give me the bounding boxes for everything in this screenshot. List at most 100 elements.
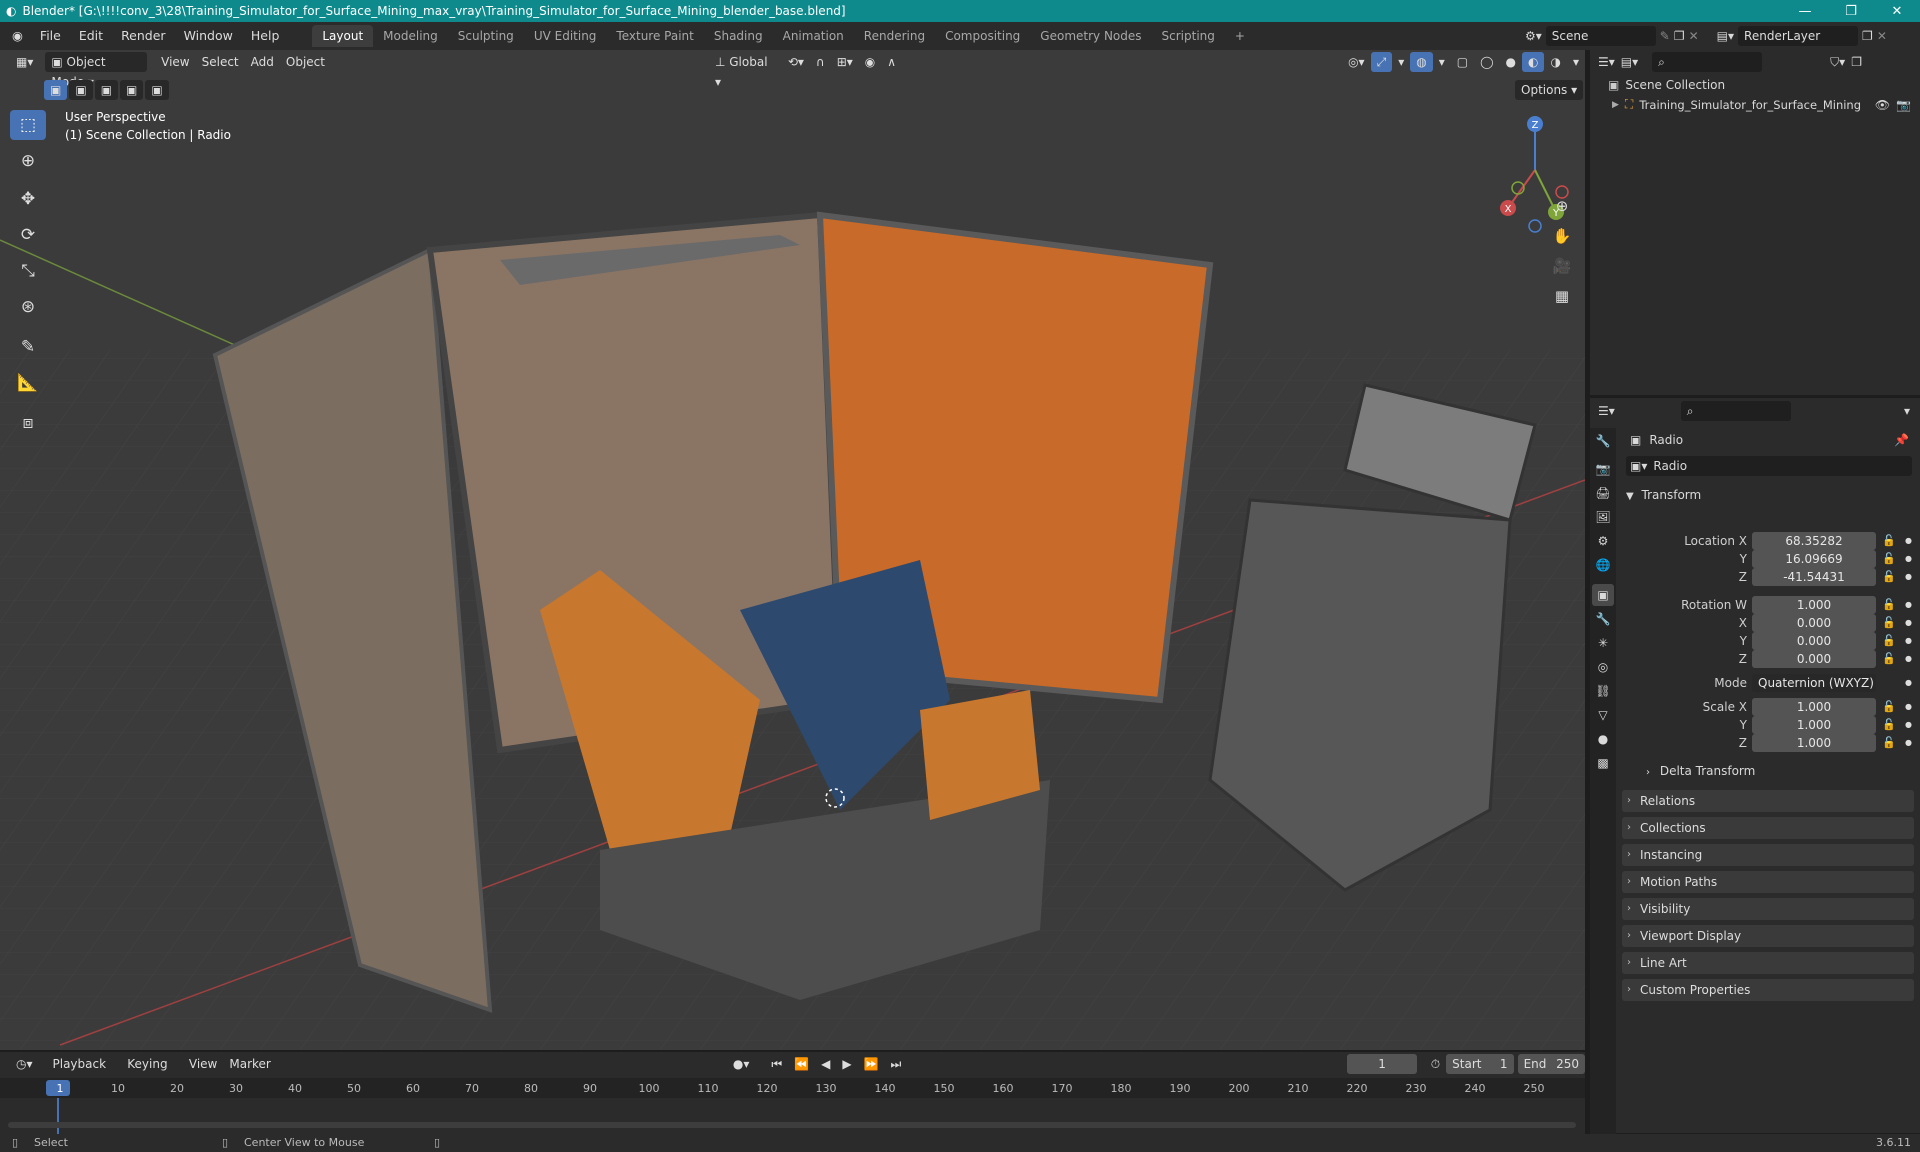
keyframe-dot-icon[interactable]: ● bbox=[1905, 698, 1912, 716]
stopwatch-icon[interactable]: ⏱ bbox=[1425, 1054, 1446, 1074]
tab-texture-paint[interactable]: Texture Paint bbox=[606, 25, 703, 47]
new-scene-icon[interactable]: ❐ bbox=[1674, 29, 1685, 43]
orientation-dropdown[interactable]: ⊥ Global ▾ bbox=[709, 52, 782, 89]
object-tab-icon[interactable]: ▣ bbox=[1592, 584, 1614, 606]
location-x-field[interactable]: 68.35282 bbox=[1752, 532, 1876, 550]
instancing-panel[interactable]: › Instancing bbox=[1622, 844, 1914, 866]
outliner-editor-type-icon[interactable]: ☰▾ bbox=[1598, 55, 1615, 69]
rotation-w-field[interactable]: 1.000 bbox=[1752, 596, 1876, 614]
menu-edit[interactable]: Edit bbox=[70, 22, 112, 50]
scene-selector[interactable]: Scene bbox=[1545, 26, 1656, 46]
keyframe-dot-icon[interactable]: ● bbox=[1905, 596, 1912, 614]
tab-layout[interactable]: Layout bbox=[312, 25, 374, 47]
rendered-shading-icon[interactable]: ◑ bbox=[1544, 52, 1566, 72]
measure-tool[interactable]: 📐 bbox=[10, 368, 46, 398]
lock-icon[interactable]: 🔓 bbox=[1882, 632, 1896, 650]
navigation-gizmo[interactable]: Z X Y bbox=[1490, 110, 1580, 240]
tab-rendering[interactable]: Rendering bbox=[854, 25, 935, 47]
cursor-tool[interactable]: ⊕ bbox=[10, 146, 46, 176]
view-layer-tab-icon[interactable]: 🖼 bbox=[1592, 506, 1614, 528]
marker-menu[interactable]: Marker bbox=[223, 1054, 276, 1074]
filter-icon[interactable]: ⛉▾ bbox=[1830, 55, 1845, 70]
keyframe-dot-icon[interactable]: ● bbox=[1905, 614, 1912, 632]
particles-tab-icon[interactable]: ✳ bbox=[1592, 632, 1614, 654]
visibility-panel[interactable]: › Visibility bbox=[1622, 898, 1914, 920]
scene-tab-icon[interactable]: ⚙ bbox=[1592, 530, 1614, 552]
transform-tool[interactable]: ⊛ bbox=[10, 292, 46, 322]
lock-icon[interactable]: 🔓 bbox=[1882, 568, 1896, 586]
add-workspace-button[interactable]: + bbox=[1225, 25, 1255, 47]
viewport-menu-add[interactable]: Add bbox=[245, 52, 280, 72]
keyframe-dot-icon[interactable]: ● bbox=[1905, 532, 1912, 550]
viewport-menu-object[interactable]: Object bbox=[280, 52, 331, 72]
rotate-tool[interactable]: ⟳ bbox=[10, 220, 46, 250]
select-extend-icon[interactable]: ▣ bbox=[69, 80, 93, 100]
tool-tab-icon[interactable]: 🔧 bbox=[1592, 430, 1614, 452]
menu-render[interactable]: Render bbox=[112, 22, 175, 50]
timeline-editor-type-icon[interactable]: ◷▾ bbox=[10, 1054, 39, 1074]
line-art-panel[interactable]: › Line Art bbox=[1622, 952, 1914, 974]
tab-geometry-nodes[interactable]: Geometry Nodes bbox=[1030, 25, 1151, 47]
rotation-z-field[interactable]: 0.000 bbox=[1752, 650, 1876, 668]
pivot-point-icon[interactable]: ⟲▾ bbox=[782, 52, 810, 72]
render-camera-icon[interactable]: 📷 bbox=[1896, 98, 1911, 112]
select-invert-icon[interactable]: ▣ bbox=[120, 80, 144, 100]
render-tab-icon[interactable]: 📷 bbox=[1592, 458, 1614, 480]
record-icon[interactable]: ●▾ bbox=[727, 1054, 756, 1074]
lock-icon[interactable]: 🔓 bbox=[1882, 698, 1896, 716]
start-frame-field[interactable]: Start 1 bbox=[1446, 1054, 1514, 1074]
viewport-menu-view[interactable]: View bbox=[155, 52, 195, 72]
new-view-layer-icon[interactable]: ❐ bbox=[1862, 29, 1873, 43]
lock-icon[interactable]: 🔓 bbox=[1882, 550, 1896, 568]
wireframe-shading-icon[interactable]: ◯ bbox=[1474, 52, 1499, 72]
zoom-view-icon[interactable]: ⊕ bbox=[1548, 192, 1576, 220]
timeline-scrollbar[interactable] bbox=[8, 1122, 1576, 1128]
transform-panel-header[interactable]: ▼ Transform bbox=[1626, 484, 1914, 506]
viewport-menu-select[interactable]: Select bbox=[196, 52, 245, 72]
material-tab-icon[interactable]: ● bbox=[1592, 728, 1614, 750]
location-z-field[interactable]: -41.54431 bbox=[1752, 568, 1876, 586]
keyframe-dot-icon[interactable]: ● bbox=[1905, 734, 1912, 752]
pin-icon[interactable]: ✎ bbox=[1660, 29, 1670, 43]
jump-start-icon[interactable]: ⏮ bbox=[765, 1054, 788, 1074]
options-dropdown[interactable]: Options ▾ bbox=[1515, 80, 1584, 100]
pin-icon[interactable]: 📌 bbox=[1894, 433, 1909, 447]
display-mode-icon[interactable]: ▤▾ bbox=[1621, 55, 1638, 69]
material-shading-icon[interactable]: ◐ bbox=[1522, 52, 1545, 72]
motion-paths-panel[interactable]: › Motion Paths bbox=[1622, 871, 1914, 893]
rotation-x-field[interactable]: 0.000 bbox=[1752, 614, 1876, 632]
rotation-y-field[interactable]: 0.000 bbox=[1752, 632, 1876, 650]
eye-icon[interactable]: 👁 bbox=[1875, 98, 1890, 112]
proportional-edit-icon[interactable]: ◉ bbox=[859, 52, 881, 72]
tab-scripting[interactable]: Scripting bbox=[1152, 25, 1225, 47]
playback-menu[interactable]: Playback ▾ bbox=[47, 1054, 122, 1091]
pan-view-icon[interactable]: ✋ bbox=[1548, 222, 1576, 250]
maximize-button[interactable]: ❐ bbox=[1828, 0, 1874, 22]
play-icon[interactable]: ▶ bbox=[836, 1054, 857, 1074]
properties-editor-type-icon[interactable]: ☰▾ bbox=[1598, 404, 1615, 418]
physics-tab-icon[interactable]: ◎ bbox=[1592, 656, 1614, 678]
menu-help[interactable]: Help bbox=[242, 22, 289, 50]
outliner-search-input[interactable]: ⌕ bbox=[1652, 52, 1763, 72]
properties-options-icon[interactable]: ▾ bbox=[1904, 404, 1910, 418]
move-tool[interactable]: ✥ bbox=[10, 184, 46, 214]
falloff-icon[interactable]: ∧ bbox=[881, 52, 902, 72]
visibility-icon[interactable]: ◎▾ bbox=[1342, 52, 1371, 72]
relations-panel[interactable]: › Relations bbox=[1622, 790, 1914, 812]
scale-y-field[interactable]: 1.000 bbox=[1752, 716, 1876, 734]
lock-icon[interactable]: 🔓 bbox=[1882, 734, 1896, 752]
tab-animation[interactable]: Animation bbox=[773, 25, 854, 47]
data-tab-icon[interactable]: ▽ bbox=[1592, 704, 1614, 726]
tab-sculpting[interactable]: Sculpting bbox=[448, 25, 524, 47]
scale-tool[interactable]: ⤡ bbox=[10, 256, 46, 286]
scene-icon[interactable]: ⚙▾ bbox=[1525, 29, 1542, 43]
constraints-tab-icon[interactable]: ⛓ bbox=[1592, 680, 1614, 702]
lock-icon[interactable]: 🔓 bbox=[1882, 596, 1896, 614]
end-frame-field[interactable]: End 250 bbox=[1517, 1054, 1585, 1074]
shading-dropdown-icon[interactable]: ▾ bbox=[1567, 52, 1585, 72]
tab-compositing[interactable]: Compositing bbox=[935, 25, 1030, 47]
gizmo-dropdown-icon[interactable]: ▾ bbox=[1392, 52, 1410, 72]
jump-keyframe-forward-icon[interactable]: ⏩ bbox=[858, 1054, 885, 1074]
delta-transform-subpanel[interactable]: › Delta Transform bbox=[1646, 764, 1755, 778]
scale-x-field[interactable]: 1.000 bbox=[1752, 698, 1876, 716]
